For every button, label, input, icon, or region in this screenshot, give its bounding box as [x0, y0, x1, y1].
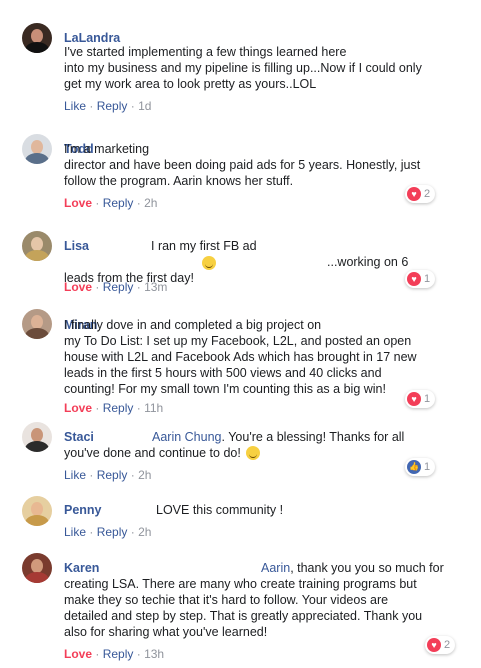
love-button[interactable]: Love — [64, 401, 92, 415]
separator: · — [136, 647, 141, 661]
separator: · — [95, 196, 100, 210]
comment-text: I've started implementing a few things l… — [64, 45, 422, 91]
avatar[interactable] — [22, 231, 52, 261]
love-button[interactable]: Love — [64, 647, 92, 661]
separator: · — [95, 647, 100, 661]
timestamp[interactable]: 2h — [138, 525, 151, 539]
timestamp[interactable]: 11h — [144, 401, 163, 415]
comment-actions: Like · Reply · 2h — [64, 525, 151, 539]
avatar[interactable] — [22, 553, 52, 583]
heart-icon: ♥ — [407, 392, 421, 406]
comment-text: I finally dove in and completed a big pr… — [64, 318, 417, 396]
avatar[interactable] — [22, 309, 52, 339]
commenter-name[interactable]: Penny — [64, 503, 102, 517]
heart-icon: ♥ — [407, 272, 421, 286]
reply-button[interactable]: Reply — [103, 196, 134, 210]
separator: · — [130, 468, 135, 482]
like-button[interactable]: Like — [64, 525, 86, 539]
comment-actions: Like · Reply · 1d — [64, 99, 151, 113]
comment-text-part-2: ...working on 6 leads from the first day… — [64, 238, 408, 318]
comment-actions: Like · Reply · 2h — [64, 468, 151, 482]
comment-actions: Love · Reply · 13h — [64, 647, 164, 661]
separator: · — [89, 468, 94, 482]
reaction-count: 1 — [424, 273, 431, 285]
avatar[interactable] — [22, 23, 52, 53]
separator: · — [130, 99, 135, 113]
comment-text: I'm a marketing director and have been d… — [64, 142, 421, 188]
reaction-count-badge[interactable]: ♥ 1 — [405, 270, 436, 288]
comment-text: LOVE this community ! — [156, 503, 284, 517]
reply-button[interactable]: Reply — [103, 647, 134, 661]
timestamp[interactable]: 2h — [138, 468, 151, 482]
reply-button[interactable]: Reply — [97, 99, 128, 113]
comment-text: Aarin, thank you you so much for creatin… — [64, 560, 444, 640]
innocent-emoji-icon — [246, 446, 260, 460]
reaction-count-badge[interactable]: 👍 1 — [405, 458, 436, 476]
reaction-count: 1 — [424, 393, 431, 405]
comment-body: , thank you you so much for creating LSA… — [64, 561, 444, 639]
separator: · — [89, 99, 94, 113]
reply-button[interactable]: Reply — [103, 401, 134, 415]
mention-link[interactable]: Aarin Chung — [152, 430, 222, 444]
reply-button[interactable]: Reply — [103, 280, 134, 294]
reaction-count: 2 — [444, 639, 451, 651]
separator: · — [130, 525, 135, 539]
love-button[interactable]: Love — [64, 196, 92, 210]
like-button[interactable]: Like — [64, 468, 86, 482]
separator: · — [136, 401, 141, 415]
avatar[interactable] — [22, 496, 52, 526]
commenter-name[interactable]: LaLandra — [64, 31, 120, 45]
heart-icon: ♥ — [427, 638, 441, 652]
separator: · — [89, 525, 94, 539]
heart-icon: ♥ — [407, 187, 421, 201]
avatar[interactable] — [22, 134, 52, 164]
comment-body: . You're a blessing! Thanks for all you'… — [64, 430, 405, 460]
mention-link[interactable]: Aarin — [261, 561, 290, 575]
comment-actions: Love · Reply · 13m — [64, 280, 167, 294]
comment-text: Aarin Chung. You're a blessing! Thanks f… — [64, 429, 404, 461]
avatar[interactable] — [22, 422, 52, 452]
reaction-count: 1 — [424, 461, 431, 473]
comment-actions: Love · Reply · 2h — [64, 196, 157, 210]
separator: · — [136, 196, 141, 210]
reaction-count: 2 — [424, 188, 431, 200]
reply-button[interactable]: Reply — [97, 468, 128, 482]
thumbs-up-icon: 👍 — [407, 460, 421, 474]
timestamp[interactable]: 1d — [138, 99, 151, 113]
reply-button[interactable]: Reply — [97, 525, 128, 539]
reaction-count-badge[interactable]: ♥ 2 — [425, 636, 456, 654]
separator: · — [95, 280, 100, 294]
separator: · — [136, 280, 141, 294]
timestamp[interactable]: 13h — [144, 647, 164, 661]
reaction-count-badge[interactable]: ♥ 1 — [405, 390, 436, 408]
separator: · — [95, 401, 100, 415]
timestamp[interactable]: 2h — [144, 196, 157, 210]
comment-actions: Love · Reply · 11h — [64, 401, 163, 415]
timestamp[interactable]: 13m — [144, 280, 167, 294]
like-button[interactable]: Like — [64, 99, 86, 113]
love-button[interactable]: Love — [64, 280, 92, 294]
reaction-count-badge[interactable]: ♥ 2 — [405, 185, 436, 203]
smiley-emoji-icon — [202, 256, 216, 270]
